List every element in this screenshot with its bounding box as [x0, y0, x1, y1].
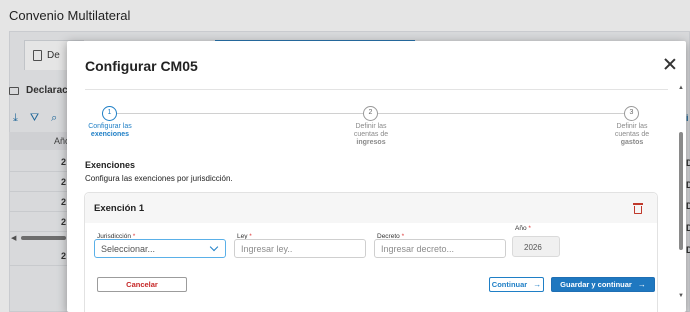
- cancel-button-label: Cancelar: [126, 280, 158, 289]
- close-icon[interactable]: [663, 57, 677, 71]
- step-2-circle[interactable]: 2: [363, 106, 378, 121]
- exemption-card-header: Exención 1: [85, 193, 657, 223]
- save-and-continue-button-label: Guardar y continuar: [560, 280, 632, 289]
- title-divider: [85, 89, 668, 90]
- step-3-line3: gastos: [620, 139, 644, 146]
- step-2-line1: Definir las: [355, 123, 387, 130]
- scroll-up-icon[interactable]: ▲: [678, 85, 684, 91]
- save-and-continue-button[interactable]: Guardar y continuar →: [551, 277, 655, 292]
- modal-vertical-scrollbar[interactable]: ▲ ▼: [676, 81, 686, 303]
- anio-field: 2026: [512, 236, 560, 257]
- step-2-label[interactable]: Definir las cuentas de ingresos: [336, 123, 406, 147]
- cancel-button[interactable]: Cancelar: [97, 277, 187, 292]
- continue-button[interactable]: Continuar →: [489, 277, 544, 292]
- step-1-line1: Configurar las: [88, 123, 132, 130]
- decreto-input[interactable]: [374, 239, 506, 258]
- step-3-label[interactable]: Definir las cuentas de gastos: [597, 123, 667, 147]
- trash-icon[interactable]: [633, 203, 643, 214]
- step-3-line1: Definir las: [616, 123, 648, 130]
- jurisdiccion-select[interactable]: Seleccionar...: [94, 239, 226, 258]
- step-2-line3: ingresos: [356, 139, 386, 146]
- exemption-title: Exención 1: [94, 203, 145, 214]
- step-1-line2: exenciones: [90, 131, 130, 138]
- anio-label: Año *: [515, 225, 531, 232]
- arrow-right-icon: →: [637, 280, 646, 289]
- exemption-card: Exención 1 Jurisdicción * Seleccionar...…: [84, 192, 658, 312]
- scroll-down-icon[interactable]: ▼: [678, 293, 684, 299]
- modal-title: Configurar CM05: [85, 58, 198, 74]
- jurisdiccion-select-value: Seleccionar...: [101, 244, 156, 254]
- step-3-circle[interactable]: 3: [624, 106, 639, 121]
- section-subtitle: Configura las exenciones por jurisdicció…: [85, 174, 233, 183]
- step-3-line2: cuentas de: [614, 131, 650, 138]
- step-1-circle[interactable]: 1: [102, 106, 117, 121]
- scroll-thumb[interactable]: [679, 132, 683, 250]
- continue-button-label: Continuar: [491, 280, 528, 289]
- configure-modal: Configurar CM05 ▲ ▼ 1 Configurar las exe…: [67, 41, 686, 312]
- section-title: Exenciones: [85, 160, 136, 170]
- ley-input[interactable]: [234, 239, 366, 258]
- chevron-down-icon: [209, 242, 219, 252]
- arrow-right-icon: →: [533, 280, 542, 289]
- step-1-label[interactable]: Configurar las exenciones: [75, 123, 145, 139]
- step-2-line2: cuentas de: [353, 131, 389, 138]
